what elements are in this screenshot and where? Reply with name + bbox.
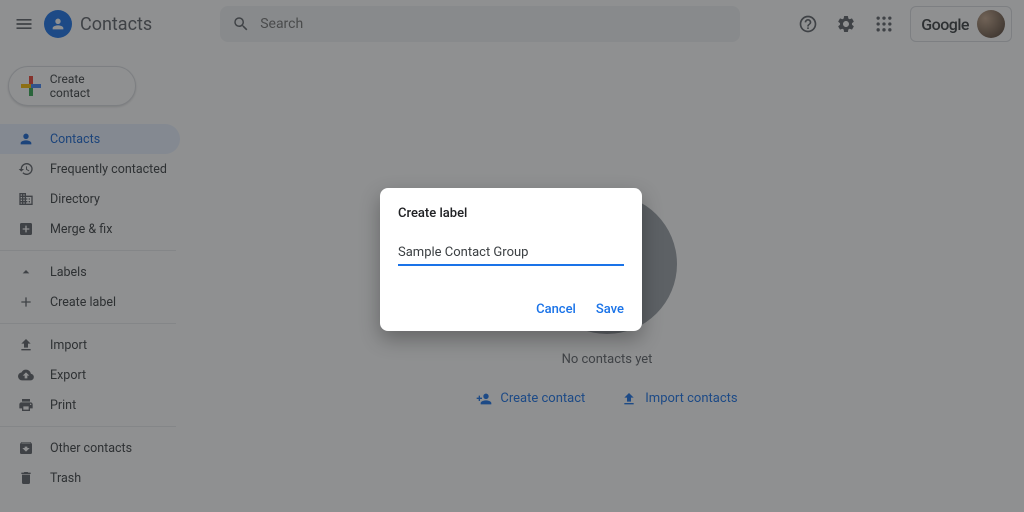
dialog-title: Create label bbox=[398, 206, 624, 221]
dialog-actions: Cancel Save bbox=[398, 302, 624, 321]
create-label-dialog: Create label Cancel Save bbox=[380, 188, 642, 331]
cancel-button[interactable]: Cancel bbox=[536, 302, 576, 317]
save-button[interactable]: Save bbox=[596, 302, 624, 317]
label-name-input[interactable] bbox=[398, 243, 624, 266]
